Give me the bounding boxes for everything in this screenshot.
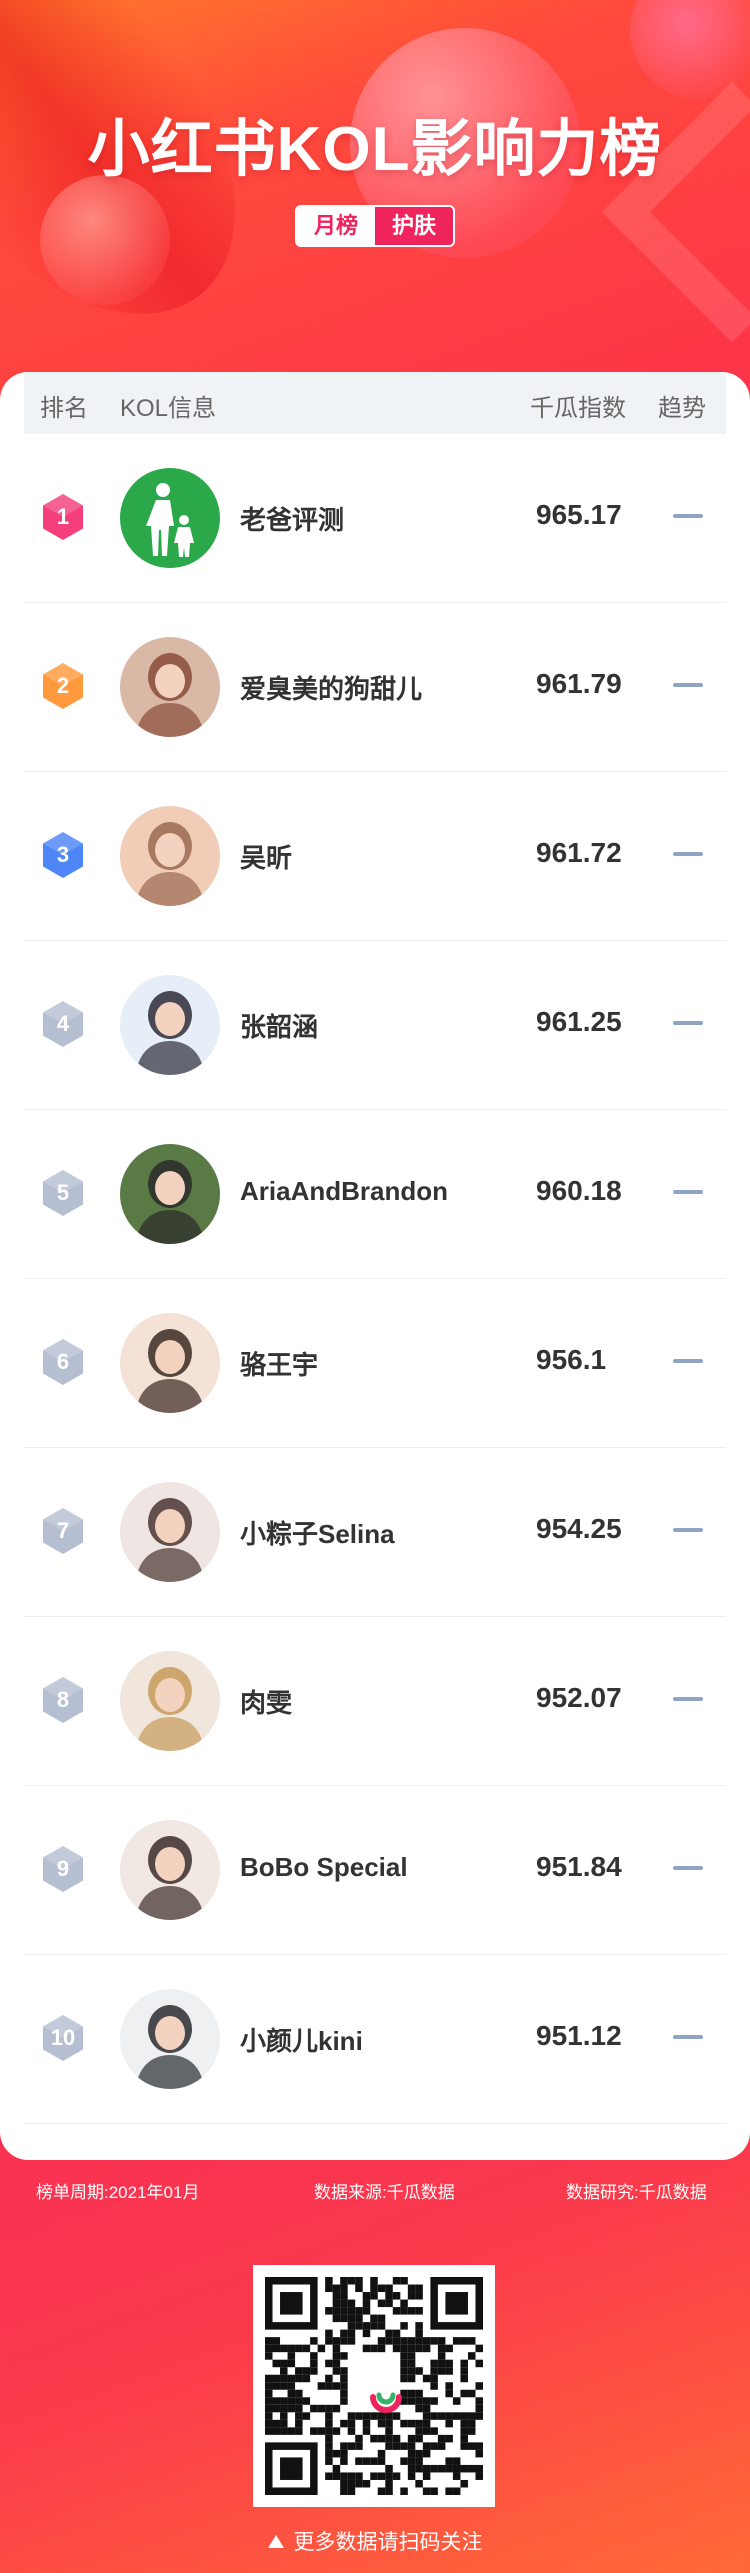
rank-badge: 6 [41, 1338, 85, 1386]
table-row[interactable]: 4 张韶涵 961.25 [24, 941, 726, 1110]
rank-number: 6 [56, 1349, 70, 1374]
rank-badge: 10 [41, 2014, 85, 2062]
table-row[interactable]: 7 小粽子Selina 954.25 [24, 1448, 726, 1617]
avatar[interactable] [120, 637, 220, 737]
category-tags: 月榜 护肤 [295, 205, 455, 247]
rank-number: 5 [56, 1180, 70, 1205]
rank-badge: 1 [41, 493, 85, 541]
table-row[interactable]: 9 BoBo Special 951.84 [24, 1786, 726, 1955]
kol-name[interactable]: 肉雯 [240, 1683, 292, 1720]
rank-badge: 5 [41, 1169, 85, 1217]
flat-dash-icon [673, 852, 703, 856]
qiangua-score: 954.25 [536, 1513, 622, 1544]
avatar[interactable] [120, 806, 220, 906]
qiangua-score: 961.79 [536, 668, 622, 699]
rank-badge: 9 [41, 1845, 85, 1893]
source-label: 数据来源:千瓜数据 [314, 2183, 455, 2202]
qr-code[interactable] [253, 2265, 495, 2507]
rank-badge: 4 [41, 1000, 85, 1048]
flat-dash-icon [673, 1021, 703, 1025]
table-row[interactable]: 10 小颜儿kini 951.12 [24, 1955, 726, 2124]
rank-number: 3 [56, 842, 70, 867]
qiangua-score: 956.1 [536, 1344, 607, 1375]
research-label: 数据研究:千瓜数据 [566, 2183, 707, 2202]
qiangua-score: 961.25 [536, 1006, 622, 1037]
flat-dash-icon [673, 1697, 703, 1701]
tag-skincare[interactable]: 护肤 [375, 207, 453, 245]
column-header-info: KOL信息 [120, 395, 217, 422]
qiangua-score: 961.72 [536, 837, 622, 868]
rank-badge: 2 [41, 662, 85, 710]
qiangua-score: 960.18 [536, 1175, 622, 1206]
flat-dash-icon [673, 1528, 703, 1532]
avatar[interactable] [120, 1144, 220, 1244]
kol-name[interactable]: BoBo Special [240, 1852, 408, 1883]
flat-dash-icon [673, 1866, 703, 1870]
rank-number: 1 [56, 504, 70, 529]
table-row[interactable]: 3 吴昕 961.72 [24, 772, 726, 941]
kol-name[interactable]: 爱臭美的狗甜儿 [240, 669, 422, 706]
page-title: 小红书KOL影响力榜 [87, 115, 663, 184]
table-row[interactable]: 2 爱臭美的狗甜儿 961.79 [24, 603, 726, 772]
ranking-card: 排名 KOL信息 千瓜指数 趋势 1 老爸评测 965.17 2 爱臭美的狗甜儿… [0, 372, 750, 2160]
avatar[interactable] [120, 468, 220, 568]
period-label: 榜单周期:2021年01月 [36, 2183, 200, 2202]
triangle-up-icon [267, 2535, 284, 2548]
kol-name[interactable]: 吴昕 [240, 838, 292, 875]
rank-badge: 8 [41, 1676, 85, 1724]
kol-name[interactable]: 小粽子Selina [240, 1514, 395, 1551]
flat-dash-icon [673, 2035, 703, 2039]
kol-name[interactable]: 骆王宇 [240, 1345, 318, 1382]
ranking-list: 1 老爸评测 965.17 2 爱臭美的狗甜儿 961.79 3 吴昕 961.… [24, 434, 726, 2124]
flat-dash-icon [673, 514, 703, 518]
table-row[interactable]: 1 老爸评测 965.17 [24, 434, 726, 603]
kol-name[interactable]: 张韶涵 [240, 1007, 318, 1044]
rank-number: 4 [56, 1011, 70, 1036]
rank-badge: 7 [41, 1507, 85, 1555]
rank-number: 8 [56, 1687, 70, 1712]
rank-number: 2 [56, 673, 70, 698]
rank-badge: 3 [41, 831, 85, 879]
avatar[interactable] [120, 1820, 220, 1920]
kol-name[interactable]: 小颜儿kini [240, 2021, 363, 2058]
rank-number: 9 [56, 1856, 70, 1881]
column-header-score: 千瓜指数 [530, 395, 626, 422]
flat-dash-icon [673, 683, 703, 687]
kol-name[interactable]: AriaAndBrandon [240, 1176, 448, 1207]
qiangua-score: 951.84 [536, 1851, 622, 1882]
table-header: 排名 KOL信息 千瓜指数 趋势 [24, 372, 726, 434]
avatar[interactable] [120, 1651, 220, 1751]
avatar[interactable] [120, 975, 220, 1075]
header-decoration-circle [40, 175, 170, 305]
flat-dash-icon [673, 1190, 703, 1194]
flat-dash-icon [673, 1359, 703, 1363]
table-row[interactable]: 6 骆王宇 956.1 [24, 1279, 726, 1448]
qiangua-score: 952.07 [536, 1682, 622, 1713]
qiangua-score: 951.12 [536, 2020, 622, 2051]
avatar[interactable] [120, 1989, 220, 2089]
qiangua-score: 965.17 [536, 499, 622, 530]
table-row[interactable]: 8 肉雯 952.07 [24, 1617, 726, 1786]
rank-number: 7 [56, 1518, 70, 1543]
avatar[interactable] [120, 1482, 220, 1582]
qr-note-text: 更多数据请扫码关注 [293, 2531, 483, 2554]
column-header-rank: 排名 [40, 395, 88, 422]
qr-note: 更多数据请扫码关注 [0, 2526, 750, 2556]
rank-number: 10 [50, 2025, 76, 2050]
qr-logo-icon [349, 2361, 402, 2413]
kol-name[interactable]: 老爸评测 [240, 500, 344, 537]
tag-monthly[interactable]: 月榜 [297, 207, 375, 245]
table-row[interactable]: 5 AriaAndBrandon 960.18 [24, 1110, 726, 1279]
avatar[interactable] [120, 1313, 220, 1413]
column-header-trend: 趋势 [658, 395, 706, 422]
